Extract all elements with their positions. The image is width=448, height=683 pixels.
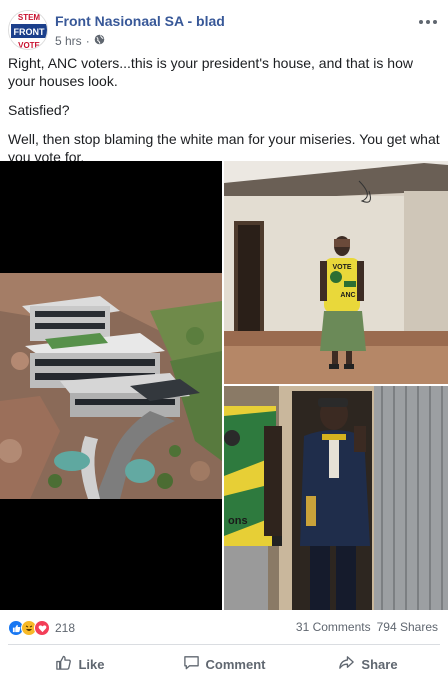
post-actions-bar: Like Comment Share (8, 648, 440, 680)
avatar-top-text: STEM (18, 13, 41, 22)
like-button[interactable]: Like (8, 648, 152, 680)
comments-count-link[interactable]: 31 Comments (296, 620, 371, 634)
comment-button[interactable]: Comment (152, 648, 296, 680)
globe-icon (94, 34, 105, 48)
like-label: Like (78, 656, 105, 672)
shirt-text-anc: ANC (340, 292, 355, 299)
facebook-post: STEM FRONT VOTE Front Nasionaal SA - bla… (0, 0, 448, 683)
reaction-summary[interactable]: 218 (8, 620, 75, 636)
share-label: Share (361, 656, 398, 672)
share-arrow-icon (338, 654, 355, 674)
comment-label: Comment (205, 656, 266, 672)
shirt-text-vote: VOTE (332, 264, 351, 271)
thumbs-up-icon (55, 654, 72, 674)
photo-man-in-shack-doorway[interactable]: ons (224, 386, 448, 610)
post-message: Right, ANC voters...this is your preside… (8, 54, 440, 177)
photo-woman-outside-hut[interactable]: VOTE ANC (224, 161, 448, 384)
avatar-bottom-text: VOTE (18, 41, 40, 50)
photo-luxury-house[interactable] (0, 161, 222, 610)
photo-grid: VOTE ANC ons (0, 161, 448, 610)
comment-bubble-icon (183, 654, 200, 674)
engagement-summary: 218 31 Comments 794 Shares (8, 620, 440, 640)
avatar-mid-text: FRONT (14, 27, 45, 37)
shirt-text-ons: ons (228, 515, 248, 527)
more-options-icon[interactable] (418, 10, 438, 31)
meta-separator: · (85, 34, 90, 48)
love-icon (34, 620, 50, 636)
post-meta: 5 hrs · (55, 34, 105, 48)
comment-share-counts: 31 Comments 794 Shares (296, 620, 438, 634)
page-name-link[interactable]: Front Nasionaal SA - blad (55, 13, 225, 29)
post-header: STEM FRONT VOTE Front Nasionaal SA - bla… (8, 10, 440, 50)
shares-count-link[interactable]: 794 Shares (377, 620, 438, 634)
post-paragraph-2: Satisfied? (8, 102, 70, 118)
reaction-count: 218 (55, 621, 76, 635)
share-button[interactable]: Share (296, 648, 440, 680)
post-paragraph-1: Right, ANC voters...this is your preside… (8, 55, 413, 89)
actions-divider (8, 644, 440, 645)
page-avatar[interactable]: STEM FRONT VOTE (8, 10, 48, 50)
post-time[interactable]: 5 hrs (55, 34, 82, 48)
